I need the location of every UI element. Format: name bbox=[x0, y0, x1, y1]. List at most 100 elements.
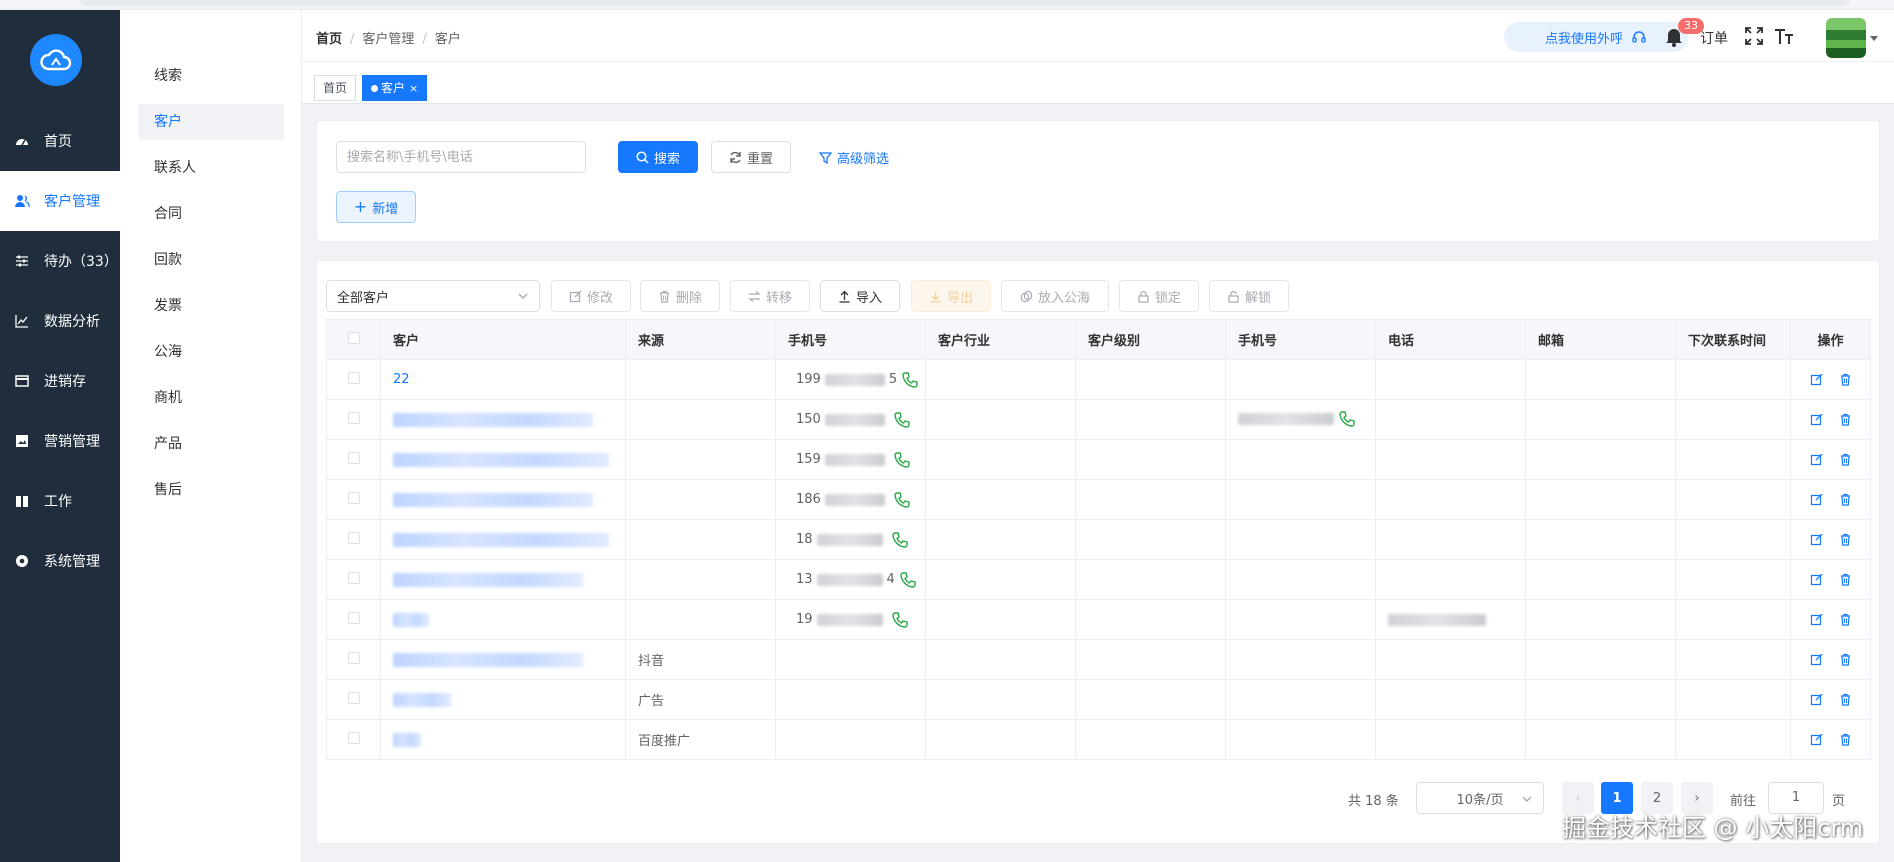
submenu-item-customers[interactable]: 客户 bbox=[138, 104, 284, 140]
customer-link-redacted[interactable] bbox=[393, 572, 583, 587]
order-link[interactable]: 订单 bbox=[1700, 28, 1728, 48]
edit-icon[interactable] bbox=[1810, 373, 1823, 386]
row-checkbox[interactable] bbox=[326, 639, 381, 680]
checkbox-box[interactable] bbox=[347, 651, 360, 664]
advanced-filter-button[interactable]: 高级筛选 bbox=[812, 141, 896, 173]
checkbox-box[interactable] bbox=[347, 731, 360, 744]
cloud-logo-icon[interactable] bbox=[30, 34, 82, 86]
fullscreen-icon[interactable] bbox=[1744, 26, 1764, 46]
submenu-item-public-pool[interactable]: 公海 bbox=[138, 334, 284, 370]
customer-link-redacted[interactable] bbox=[393, 692, 451, 707]
edit-icon[interactable] bbox=[1810, 613, 1823, 626]
trash-icon[interactable] bbox=[1839, 533, 1852, 546]
table-row[interactable]: 19 bbox=[326, 599, 1871, 640]
phone-icon[interactable] bbox=[891, 611, 909, 629]
table-row[interactable]: 抖音 bbox=[326, 639, 1871, 680]
import-button[interactable]: 导入 bbox=[820, 280, 900, 312]
select-all-checkbox[interactable] bbox=[326, 319, 381, 360]
edit-icon[interactable] bbox=[1810, 653, 1823, 666]
phone-icon[interactable] bbox=[893, 491, 911, 509]
row-checkbox[interactable] bbox=[326, 479, 381, 520]
customer-link-redacted[interactable] bbox=[393, 452, 609, 467]
row-checkbox[interactable] bbox=[326, 599, 381, 640]
edit-icon[interactable] bbox=[1810, 693, 1823, 706]
table-row[interactable]: 22 199 5 bbox=[326, 359, 1871, 400]
checkbox-box[interactable] bbox=[347, 611, 360, 624]
submenu-item-opportunities[interactable]: 商机 bbox=[138, 380, 284, 416]
delete-button[interactable]: 删除 bbox=[640, 280, 720, 312]
trash-icon[interactable] bbox=[1839, 733, 1852, 746]
checkbox-box[interactable] bbox=[347, 411, 360, 424]
move-to-pool-button[interactable]: 放入公海 bbox=[1001, 280, 1109, 312]
row-checkbox[interactable] bbox=[326, 399, 381, 440]
lock-button[interactable]: 锁定 bbox=[1119, 280, 1199, 312]
row-checkbox[interactable] bbox=[326, 719, 381, 760]
row-checkbox[interactable] bbox=[326, 359, 381, 400]
submenu-item-invoices[interactable]: 发票 bbox=[138, 288, 284, 324]
sidebar-item-customer-management[interactable]: 客户管理 bbox=[0, 171, 120, 231]
phone-icon[interactable] bbox=[891, 531, 909, 549]
edit-button[interactable]: 修改 bbox=[551, 280, 631, 312]
customer-link-redacted[interactable] bbox=[393, 732, 421, 747]
customer-link-redacted[interactable] bbox=[393, 612, 429, 627]
trash-icon[interactable] bbox=[1839, 693, 1852, 706]
checkbox-box[interactable] bbox=[347, 331, 360, 344]
trash-icon[interactable] bbox=[1839, 373, 1852, 386]
breadcrumb-customer-management[interactable]: 客户管理 bbox=[362, 32, 414, 47]
customer-link-redacted[interactable] bbox=[393, 652, 583, 667]
sidebar-item-todo[interactable]: 待办（33） bbox=[0, 231, 120, 291]
phone-icon[interactable] bbox=[901, 371, 919, 389]
edit-icon[interactable] bbox=[1810, 493, 1823, 506]
customer-scope-select[interactable]: 全部客户 bbox=[326, 280, 540, 312]
sidebar-item-inventory[interactable]: 进销存 bbox=[0, 351, 120, 411]
trash-icon[interactable] bbox=[1839, 413, 1852, 426]
font-size-icon[interactable] bbox=[1774, 26, 1794, 46]
add-button[interactable]: + 新增 bbox=[336, 191, 416, 223]
table-row[interactable]: 13 4 bbox=[326, 559, 1871, 600]
phone-icon[interactable] bbox=[899, 571, 917, 589]
checkbox-box[interactable] bbox=[347, 531, 360, 544]
customer-link[interactable]: 22 bbox=[393, 372, 410, 387]
table-row[interactable]: 186 bbox=[326, 479, 1871, 520]
row-checkbox[interactable] bbox=[326, 439, 381, 480]
tab-home[interactable]: 首页 bbox=[314, 75, 357, 101]
checkbox-box[interactable] bbox=[347, 691, 360, 704]
outbound-call-button[interactable]: 点我使用外呼 bbox=[1504, 22, 1688, 52]
customer-link-redacted[interactable] bbox=[393, 492, 593, 507]
submenu-item-after-sales[interactable]: 售后 bbox=[138, 472, 284, 508]
tab-customer[interactable]: 客户 × bbox=[362, 75, 428, 101]
unlock-button[interactable]: 解锁 bbox=[1209, 280, 1289, 312]
table-row[interactable]: 159 bbox=[326, 439, 1871, 480]
table-row[interactable]: 百度推广 bbox=[326, 719, 1871, 760]
phone-icon[interactable] bbox=[1338, 410, 1356, 428]
trash-icon[interactable] bbox=[1839, 453, 1852, 466]
table-row[interactable]: 150 bbox=[326, 399, 1871, 440]
edit-icon[interactable] bbox=[1810, 533, 1823, 546]
customer-link-redacted[interactable] bbox=[393, 412, 593, 427]
edit-icon[interactable] bbox=[1810, 413, 1823, 426]
trash-icon[interactable] bbox=[1839, 653, 1852, 666]
export-button[interactable]: 导出 bbox=[911, 280, 991, 312]
edit-icon[interactable] bbox=[1810, 733, 1823, 746]
avatar[interactable] bbox=[1826, 18, 1866, 58]
sidebar-item-work[interactable]: 工作 bbox=[0, 471, 120, 531]
edit-icon[interactable] bbox=[1810, 573, 1823, 586]
avatar-caret-icon[interactable] bbox=[1870, 36, 1878, 41]
submenu-item-contracts[interactable]: 合同 bbox=[138, 196, 284, 232]
trash-icon[interactable] bbox=[1839, 573, 1852, 586]
submenu-item-leads[interactable]: 线索 bbox=[138, 58, 284, 94]
breadcrumb-home[interactable]: 首页 bbox=[316, 32, 342, 47]
checkbox-box[interactable] bbox=[347, 571, 360, 584]
submenu-item-products[interactable]: 产品 bbox=[138, 426, 284, 462]
sidebar-item-marketing[interactable]: 营销管理 bbox=[0, 411, 120, 471]
row-checkbox[interactable] bbox=[326, 559, 381, 600]
transfer-button[interactable]: 转移 bbox=[730, 280, 810, 312]
customer-link-redacted[interactable] bbox=[393, 532, 609, 547]
sidebar-item-system[interactable]: 系统管理 bbox=[0, 531, 120, 591]
submenu-item-payments[interactable]: 回款 bbox=[138, 242, 284, 278]
search-input[interactable] bbox=[336, 141, 586, 173]
checkbox-box[interactable] bbox=[347, 451, 360, 464]
table-row[interactable]: 广告 bbox=[326, 679, 1871, 720]
close-icon[interactable]: × bbox=[409, 82, 418, 95]
checkbox-box[interactable] bbox=[347, 371, 360, 384]
